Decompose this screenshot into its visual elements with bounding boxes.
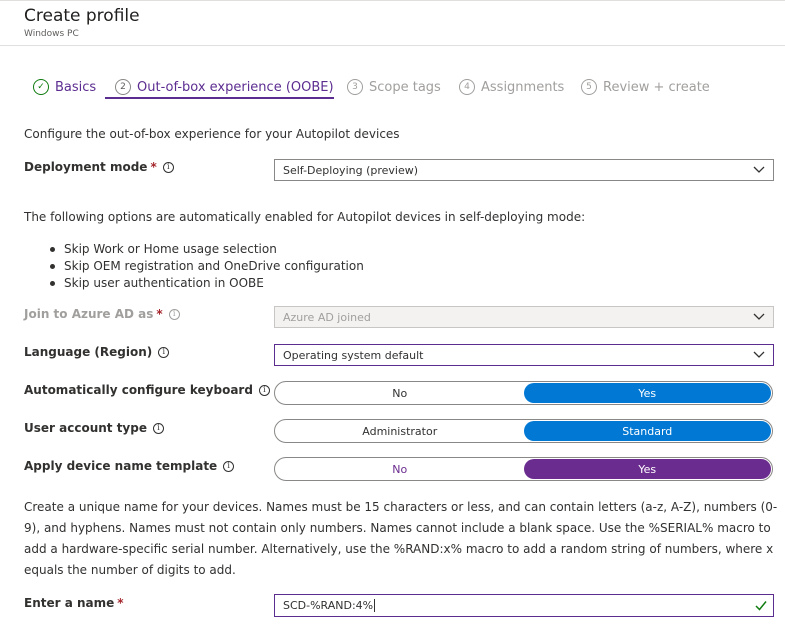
join-azure-dropdown: Azure AD joined (274, 306, 774, 328)
label-text: Apply device name template (24, 459, 218, 473)
tab-label: Review + create (603, 79, 710, 95)
tab-review-create[interactable]: 5 Review + create (581, 74, 710, 100)
auto-options-text: The following options are automatically … (24, 210, 586, 224)
toggle-standard[interactable]: Standard (523, 421, 771, 441)
toggle-administrator[interactable]: Administrator (276, 421, 524, 441)
name-help-text: Create a unique name for your devices. N… (24, 500, 778, 577)
selected-value: Operating system default (283, 348, 424, 362)
language-dropdown[interactable]: Operating system default (274, 344, 774, 366)
top-divider (0, 0, 785, 1)
required-marker: * (150, 160, 157, 174)
info-icon[interactable]: i (168, 308, 180, 320)
label-text: Language (Region) (24, 345, 153, 359)
blade-header: Create profile Windows PC (0, 0, 785, 46)
page-title: Create profile (24, 6, 140, 26)
join-azure-label: Join to Azure AD as * i (24, 307, 180, 321)
active-tab-underline (105, 97, 334, 99)
user-account-toggle[interactable]: Administrator Standard (274, 419, 773, 443)
required-marker: * (117, 596, 124, 610)
step-number: 4 (459, 79, 475, 95)
device-name-toggle[interactable]: No Yes (274, 457, 773, 481)
required-marker: * (156, 307, 163, 321)
label-text: Enter a name (24, 596, 115, 610)
selected-value: Self-Deploying (preview) (283, 163, 419, 177)
tab-label: Out-of-box experience (OOBE) (137, 79, 334, 95)
step-number: 2 (115, 79, 131, 95)
tab-scope-tags[interactable]: 3 Scope tags (347, 74, 441, 100)
enter-name-label: Enter a name * (24, 596, 124, 610)
selected-value: Azure AD joined (283, 310, 371, 324)
info-icon[interactable]: i (158, 346, 170, 358)
chevron-down-icon (753, 351, 765, 358)
label-text: Deployment mode (24, 160, 148, 174)
user-account-label: User account type i (24, 421, 164, 435)
device-name-label: Apply device name template i (24, 459, 235, 473)
check-icon: ✓ (33, 79, 49, 95)
list-item: Skip user authentication in OOBE (50, 275, 364, 292)
step-number: 5 (581, 79, 597, 95)
list-item: Skip Work or Home usage selection (50, 241, 364, 258)
validation-check-icon (755, 601, 767, 611)
keyboard-toggle[interactable]: No Yes (274, 381, 773, 405)
tab-label: Assignments (481, 79, 565, 95)
tab-basics[interactable]: ✓ Basics (33, 74, 96, 100)
label-text: Join to Azure AD as (24, 307, 154, 321)
chevron-down-icon (753, 166, 765, 173)
label-text: Automatically configure keyboard (24, 383, 253, 397)
page-subtitle: Windows PC (24, 29, 79, 39)
chevron-down-icon (753, 313, 765, 320)
auto-options-list: Skip Work or Home usage selection Skip O… (50, 241, 364, 292)
language-label: Language (Region) i (24, 345, 170, 359)
keyboard-label: Automatically configure keyboard i (24, 383, 270, 397)
tab-assignments[interactable]: 4 Assignments (459, 74, 564, 100)
toggle-yes[interactable]: Yes (523, 459, 771, 479)
deployment-mode-dropdown[interactable]: Self-Deploying (preview) (274, 159, 774, 181)
input-value: SCD-%RAND:4% (283, 599, 374, 612)
deployment-mode-label: Deployment mode * i (24, 160, 174, 174)
info-icon[interactable]: i (258, 384, 270, 396)
info-icon[interactable]: i (152, 422, 164, 434)
toggle-no[interactable]: No (276, 383, 524, 403)
label-text: User account type (24, 421, 147, 435)
tab-label: Scope tags (369, 79, 441, 95)
info-icon[interactable]: i (162, 161, 174, 173)
toggle-no[interactable]: No (276, 459, 524, 479)
info-icon[interactable]: i (223, 460, 235, 472)
step-number: 3 (347, 79, 363, 95)
device-name-input[interactable]: SCD-%RAND:4% (274, 594, 774, 617)
tab-label: Basics (55, 79, 97, 95)
text-caret (374, 599, 376, 612)
toggle-yes[interactable]: Yes (523, 383, 771, 403)
list-item: Skip OEM registration and OneDrive confi… (50, 258, 364, 275)
intro-text: Configure the out-of-box experience for … (24, 127, 400, 141)
